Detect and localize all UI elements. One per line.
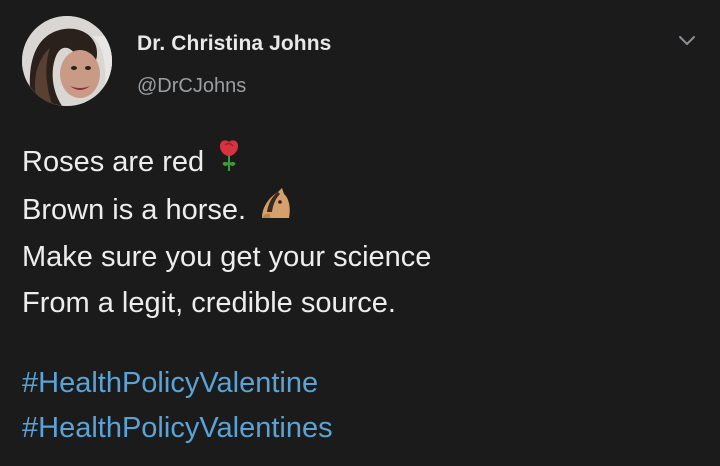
- tweet-line: Make sure you get your science: [22, 241, 432, 273]
- avatar[interactable]: [22, 16, 112, 106]
- tweet-line: From a legit, credible source.: [22, 287, 396, 319]
- tweet-line-text: Roses are red: [22, 146, 205, 178]
- tweet-line-text: Brown is a horse.: [22, 194, 247, 226]
- chevron-down-icon[interactable]: [674, 28, 700, 54]
- tweet-text: Roses are red Brown is a horse. Make sur…: [22, 138, 431, 326]
- tweet-line: Roses are red: [22, 138, 431, 186]
- author-display-name[interactable]: Dr. Christina Johns: [137, 32, 331, 56]
- author-handle[interactable]: @DrCJohns: [137, 75, 246, 98]
- rose-icon: [216, 138, 242, 186]
- hashtag-link[interactable]: #HealthPolicyValentines: [22, 406, 333, 451]
- avatar-photo: [22, 16, 112, 106]
- tweet-card: Dr. Christina Johns @DrCJohns Roses are …: [0, 0, 720, 466]
- tweet-line: Brown is a horse.: [22, 186, 431, 234]
- hashtag-list: #HealthPolicyValentine #HealthPolicyVale…: [22, 361, 333, 451]
- horse-icon: [258, 186, 294, 234]
- hashtag-link[interactable]: #HealthPolicyValentine: [22, 361, 333, 406]
